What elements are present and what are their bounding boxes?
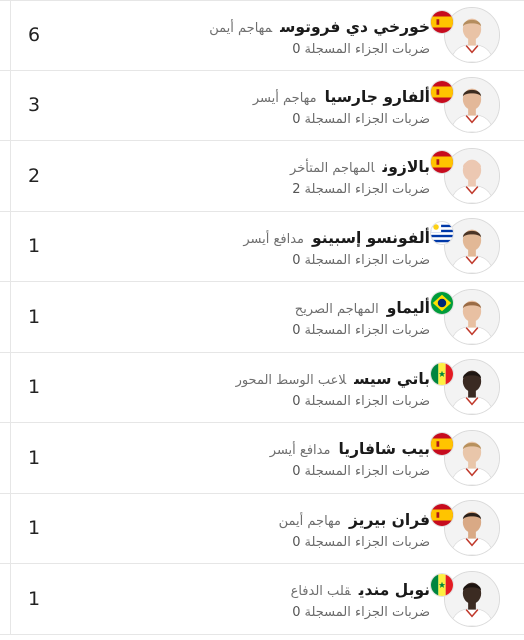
stat-label: ضربات الجزاء المسجلة: [304, 605, 430, 620]
player-info: نوبل مندي قلب الدفاع ضربات الجزاء المسجلة0: [291, 578, 430, 624]
stat-count: 1: [28, 376, 41, 399]
stat-count: 1: [28, 305, 41, 328]
player-row[interactable]: 1 أليماو المهاجم الصريح ضربات الجزاء المسجل…: [0, 282, 524, 353]
penalties-value: 0: [292, 534, 301, 550]
player-name[interactable]: أليماو: [387, 299, 430, 317]
stat-count: 6: [28, 24, 41, 47]
row-divider: [10, 423, 11, 493]
row-divider: [10, 282, 11, 352]
spain-flag-icon: [430, 79, 454, 104]
stat-label: ضربات الجزاء المسجلة: [304, 534, 430, 550]
senegal-flag-icon: [430, 573, 454, 597]
player-name[interactable]: باتي سيس: [354, 370, 430, 388]
row-divider: [10, 1, 11, 70]
stat-label: ضربات الجزاء المسجلة: [304, 111, 430, 127]
player-row[interactable]: 1 بيب شافاريا مدافع أيسر ضربات الجزاء المسج…: [0, 423, 524, 494]
stat-label: ضربات الجزاء المسجلة: [304, 464, 430, 479]
stat-label: ضربات الجزاء المسجلة: [304, 323, 430, 338]
player-position: قلب الدفاع: [290, 584, 351, 599]
player-name[interactable]: ألفارو جارسيا: [325, 88, 430, 106]
player-row[interactable]: 3 ألفارو جارسيا مهاجم أيسر ضربات الجزاء الم…: [0, 70, 524, 141]
player-position: مهاجم أيمن: [209, 21, 273, 36]
penalties-value: 2: [292, 182, 301, 197]
player-info: ألفونسو إسبينو مدافع أيسر ضربات الجزاء الم…: [243, 226, 430, 272]
stat-count: 3: [28, 94, 41, 117]
stat-count: 1: [28, 517, 41, 540]
spain-flag-icon: [430, 10, 454, 34]
penalties-value: 0: [292, 252, 301, 268]
spain-flag-icon: [430, 150, 454, 174]
player-row[interactable]: 1 ألفونسو إسبينو مدافع أيسر ضربات الجزاء ال…: [0, 211, 524, 282]
penalties-value: 0: [292, 323, 301, 338]
player-position: المهاجم المتأخر: [290, 161, 375, 176]
player-name[interactable]: نوبل مندي: [359, 581, 430, 599]
player-row[interactable]: 1 فران بيريز مهاجم أيمن ضربات الجزاء المسجل…: [0, 493, 524, 564]
player-position: مهاجم أيسر: [252, 90, 317, 106]
penalties-value: 0: [292, 605, 301, 620]
player-row[interactable]: 1 باتي سيس لاعب الوسط المحور ضربات الجزاء ا…: [0, 352, 524, 423]
player-info: بيب شافاريا مدافع أيسر ضربات الجزاء المسجل…: [270, 437, 430, 483]
row-divider: [10, 564, 11, 634]
spain-flag-icon: [430, 502, 454, 527]
player-row[interactable]: 6 خورخي دي فروتوس مهاجم أيمن ضربات الجزاء ا…: [0, 0, 524, 71]
player-position: مدافع أيسر: [269, 443, 331, 458]
player-info: أليماو المهاجم الصريح ضربات الجزاء المسجلة…: [292, 296, 430, 342]
penalties-value: 0: [292, 393, 301, 409]
stat-count: 2: [28, 164, 41, 187]
player-position: مدافع أيسر: [243, 231, 305, 247]
player-row[interactable]: 1 نوبل مندي قلب الدفاع ضربات الجزاء المسجلة…: [0, 564, 524, 635]
uruguay-flag-icon: [430, 220, 454, 245]
row-divider: [10, 352, 11, 422]
stat-count: 1: [28, 235, 41, 258]
row-divider: [10, 70, 11, 140]
player-name[interactable]: فران بيريز: [349, 511, 430, 529]
player-info: فران بيريز مهاجم أيمن ضربات الجزاء المسجلة…: [279, 508, 430, 554]
player-position: لاعب الوسط المحور: [235, 372, 347, 388]
stat-count: 1: [28, 446, 41, 469]
player-name[interactable]: بيب شافاريا: [338, 440, 430, 458]
player-position: مهاجم أيمن: [278, 513, 342, 529]
stat-label: ضربات الجزاء المسجلة: [304, 42, 430, 57]
penalties-value: 0: [292, 464, 301, 479]
player-info: خورخي دي فروتوس مهاجم أيمن ضربات الجزاء ال…: [209, 15, 430, 61]
player-stats-list: 6 خورخي دي فروتوس مهاجم أيمن ضربات الجزاء ا…: [0, 0, 524, 635]
spain-flag-icon: [430, 432, 454, 456]
player-row[interactable]: 2 بالازون المهاجم المتأخر ضربات الجزاء المس…: [0, 141, 524, 212]
stat-label: ضربات الجزاء المسجلة: [304, 393, 430, 409]
player-info: باتي سيس لاعب الوسط المحور ضربات الجزاء ال…: [236, 367, 430, 413]
brazil-flag-icon: [430, 291, 454, 315]
player-info: ألفارو جارسيا مهاجم أيسر ضربات الجزاء المس…: [253, 85, 430, 131]
stat-count: 1: [28, 587, 41, 610]
row-divider: [10, 141, 11, 211]
stat-label: ضربات الجزاء المسجلة: [304, 182, 430, 197]
player-name[interactable]: خورخي دي فروتوس: [280, 18, 430, 36]
player-name[interactable]: ألفونسو إسبينو: [312, 229, 430, 247]
player-name[interactable]: بالازون: [382, 158, 430, 176]
stat-label: ضربات الجزاء المسجلة: [304, 252, 430, 268]
penalties-value: 0: [292, 42, 301, 57]
row-divider: [10, 211, 11, 281]
row-divider: [10, 493, 11, 563]
senegal-flag-icon: [430, 361, 454, 386]
player-position: المهاجم الصريح: [294, 302, 379, 317]
player-info: بالازون المهاجم المتأخر ضربات الجزاء المسج…: [290, 155, 430, 201]
penalties-value: 0: [292, 111, 301, 127]
